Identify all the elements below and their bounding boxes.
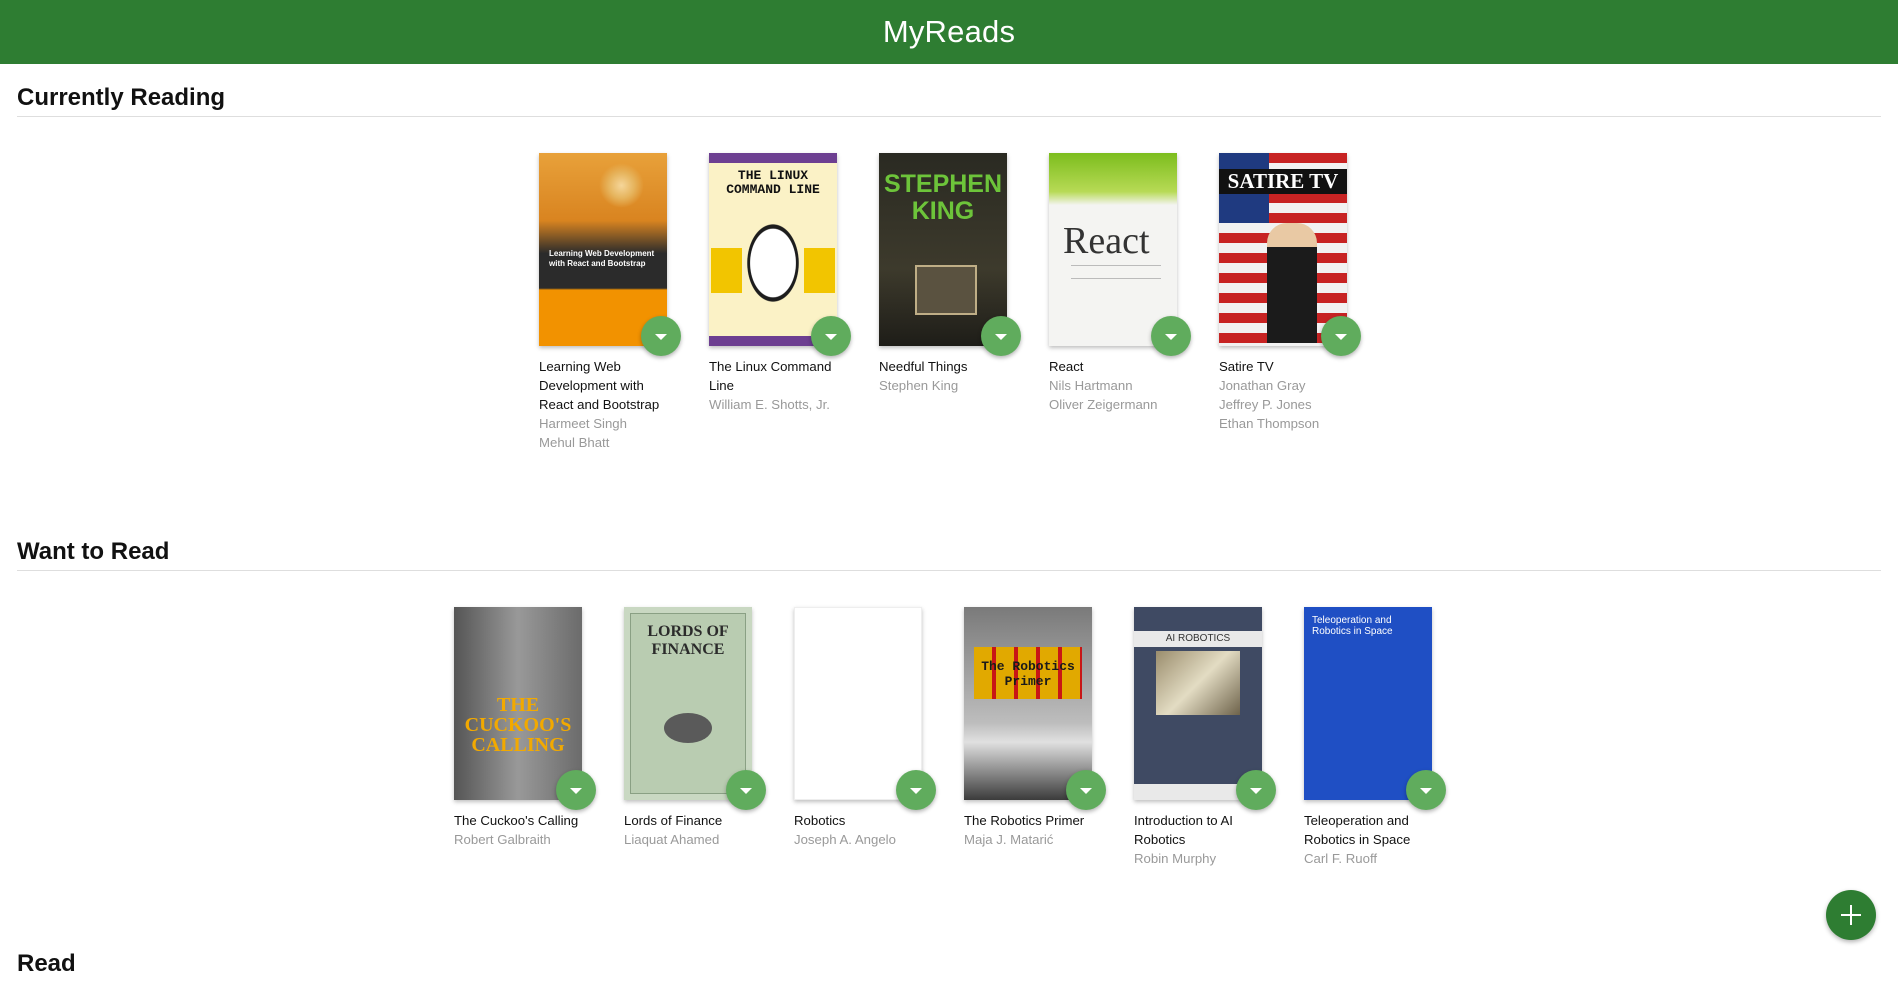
cover-text: React [1063, 220, 1150, 262]
caret-down-icon [1335, 334, 1347, 340]
caret-down-icon [1420, 788, 1432, 794]
book-cover[interactable] [794, 607, 922, 800]
book-author: Mehul Bhatt [539, 435, 610, 450]
book-cover[interactable]: AI ROBOTICS [1134, 607, 1262, 800]
book-author: William E. Shotts, Jr. [709, 397, 830, 412]
book-author: Harmeet Singh [539, 416, 627, 431]
book-author: Stephen King [879, 378, 959, 393]
book-title: Satire TV [1219, 359, 1274, 374]
book-item: THE CUCKOO'S CALLING The Cuckoo's Callin… [454, 607, 596, 868]
book-cover[interactable]: STEPHEN KING [879, 153, 1007, 346]
shelf-changer-button[interactable] [981, 316, 1021, 356]
book-author: Robin Murphy [1134, 851, 1217, 866]
cover-text: LORDS OF FINANCE [647, 623, 729, 658]
cover-text: The Robotics Primer [981, 659, 1075, 689]
caret-down-icon [995, 334, 1007, 340]
add-book-button[interactable] [1826, 890, 1876, 940]
caret-down-icon [1080, 788, 1092, 794]
caret-down-icon [1165, 334, 1177, 340]
shelf-title: Currently Reading [17, 64, 1881, 117]
book-grid: Learning Web Development with React and … [17, 117, 1881, 452]
book-author: Ethan Thompson [1219, 416, 1320, 431]
cover-text: SATIRE TV [1219, 169, 1347, 194]
caret-down-icon [1250, 788, 1262, 794]
book-author: Maja J. Matarić [964, 832, 1054, 847]
book-title: Learning Web Development with React and … [539, 359, 660, 412]
caret-down-icon [570, 788, 582, 794]
shelf-currently-reading: Currently Reading Learning Web Developme… [0, 64, 1898, 452]
book-title: React [1049, 359, 1084, 374]
book-title: Introduction to AI Robotics [1134, 813, 1233, 847]
book-author: Oliver Zeigermann [1049, 397, 1158, 412]
book-author: Jeffrey P. Jones [1219, 397, 1312, 412]
cover-text: THE LINUX COMMAND LINE [726, 168, 820, 197]
shelf-changer-button[interactable] [641, 316, 681, 356]
shelf-title: Want to Read [17, 518, 1881, 571]
cover-text: THE CUCKOO'S CALLING [464, 694, 572, 756]
book-author: Robert Galbraith [454, 832, 551, 847]
shelf-changer-button[interactable] [1151, 316, 1191, 356]
book-cover[interactable]: React [1049, 153, 1177, 346]
book-author: Carl F. Ruoff [1304, 851, 1378, 866]
book-title: Lords of Finance [624, 813, 723, 828]
book-cover[interactable]: THE LINUX COMMAND LINE [709, 153, 837, 346]
shelf-changer-button[interactable] [896, 770, 936, 810]
bookshelves: Currently Reading Learning Web Developme… [0, 64, 1898, 982]
book-item: The Robotics Primer The Robotics Primer … [964, 607, 1106, 868]
book-item: Learning Web Development with React and … [539, 153, 681, 452]
book-title: Needful Things [879, 359, 968, 374]
book-author: Jonathan Gray [1219, 378, 1306, 393]
book-title: The Robotics Primer [964, 813, 1085, 828]
book-item: LORDS OF FINANCE Lords of Finance Liaqua… [624, 607, 766, 868]
book-item: SATIRE TV Satire TV Jonathan Gray Jeffre… [1219, 153, 1361, 452]
book-title: The Linux Command Line [709, 359, 832, 393]
book-grid: THE CUCKOO'S CALLING The Cuckoo's Callin… [17, 571, 1881, 868]
shelf-read: Read [0, 930, 1898, 982]
book-title: Teleoperation and Robotics in Space [1304, 813, 1411, 847]
shelf-changer-button[interactable] [1066, 770, 1106, 810]
shelf-changer-button[interactable] [1236, 770, 1276, 810]
shelf-changer-button[interactable] [811, 316, 851, 356]
app-header: MyReads [0, 0, 1898, 64]
book-item: React React Nils Hartmann Oliver Zeigerm… [1049, 153, 1191, 452]
book-cover[interactable]: Teleoperation and Robotics in Space [1304, 607, 1432, 800]
caret-down-icon [910, 788, 922, 794]
book-cover[interactable]: Learning Web Development with React and … [539, 153, 667, 346]
shelf-want-to-read: Want to Read THE CUCKOO'S CALLING The Cu… [0, 518, 1898, 868]
book-author: Joseph A. Angelo [794, 832, 896, 847]
caret-down-icon [655, 334, 667, 340]
book-author: Nils Hartmann [1049, 378, 1133, 393]
book-item: AI ROBOTICS Introduction to AI Robotics … [1134, 607, 1276, 868]
caret-down-icon [740, 788, 752, 794]
book-title: The Cuckoo's Calling [454, 813, 579, 828]
book-cover[interactable]: THE CUCKOO'S CALLING [454, 607, 582, 800]
book-author: Liaquat Ahamed [624, 832, 720, 847]
shelf-changer-button[interactable] [556, 770, 596, 810]
book-item: STEPHEN KING Needful Things Stephen King [879, 153, 1021, 452]
plus-icon [1841, 905, 1861, 925]
book-cover[interactable]: The Robotics Primer [964, 607, 1092, 800]
app-title: MyReads [882, 14, 1016, 49]
book-item: THE LINUX COMMAND LINE The Linux Command… [709, 153, 851, 452]
cover-text: AI ROBOTICS [1134, 631, 1262, 647]
book-cover[interactable]: LORDS OF FINANCE [624, 607, 752, 800]
cover-text: Learning Web Development with React and … [549, 249, 655, 268]
cover-text: STEPHEN KING [883, 170, 1003, 225]
shelf-title: Read [17, 950, 76, 977]
book-title: Robotics [794, 813, 846, 828]
shelf-changer-button[interactable] [1321, 316, 1361, 356]
shelf-changer-button[interactable] [1406, 770, 1446, 810]
cover-text: Teleoperation and Robotics in Space [1312, 615, 1393, 637]
book-item: Robotics Joseph A. Angelo [794, 607, 936, 868]
caret-down-icon [825, 334, 837, 340]
book-item: Teleoperation and Robotics in Space Tele… [1304, 607, 1446, 868]
shelf-changer-button[interactable] [726, 770, 766, 810]
book-cover[interactable]: SATIRE TV [1219, 153, 1347, 346]
